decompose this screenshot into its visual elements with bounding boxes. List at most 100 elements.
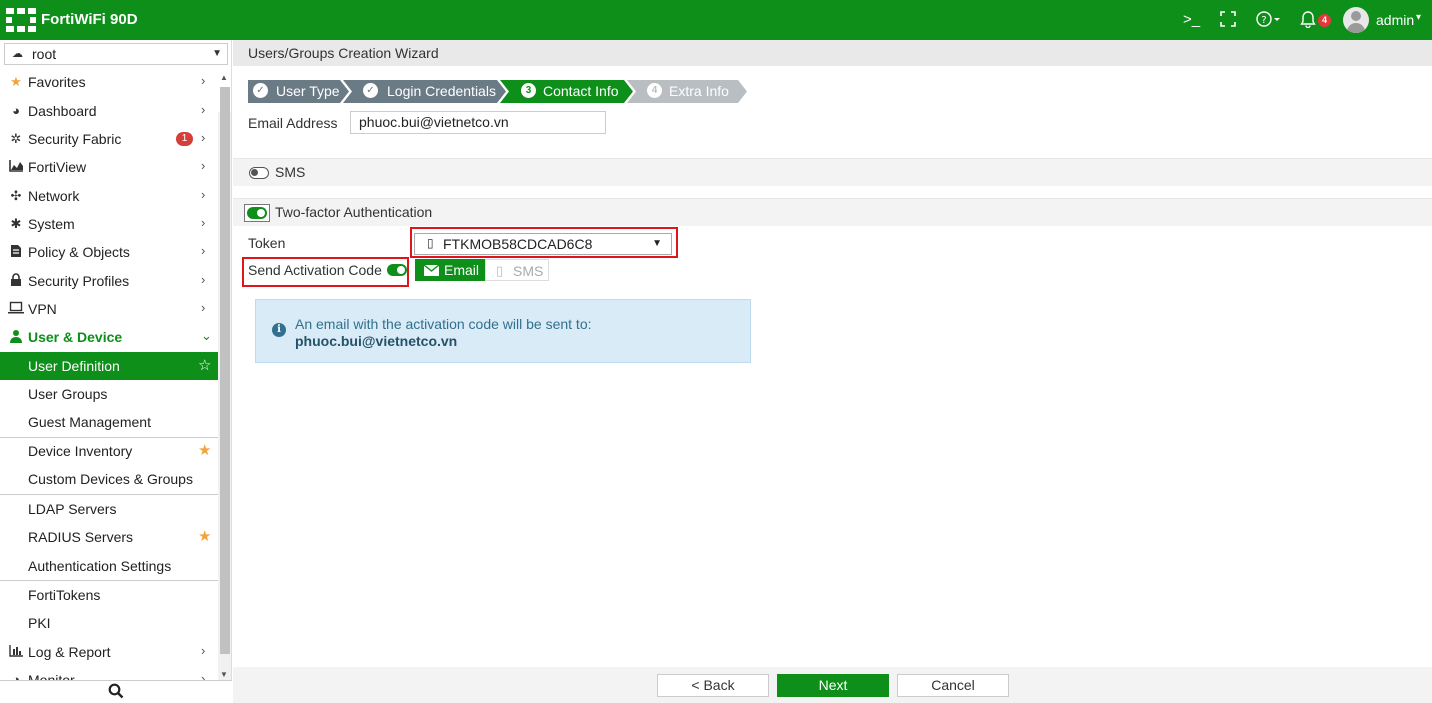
nav-user-groups[interactable]: User Groups	[0, 380, 218, 408]
scroll-down-arrow-icon[interactable]: ▼	[220, 670, 228, 679]
sms-toggle[interactable]	[249, 167, 269, 179]
nav-label: RADIUS Servers	[28, 529, 134, 545]
nav-security-profiles[interactable]: Security Profiles ›	[0, 267, 218, 295]
cli-console-icon[interactable]: >_	[1183, 11, 1200, 29]
menu-search-bar[interactable]	[0, 680, 232, 703]
mobile-phone-icon: ▯	[496, 263, 504, 278]
nav-label: User Definition	[28, 358, 120, 374]
sms-section: SMS	[233, 158, 1432, 186]
nav-favorites[interactable]: ★ Favorites ›	[0, 68, 218, 96]
nav-label: Network	[28, 188, 80, 204]
fullscreen-icon[interactable]	[1220, 11, 1236, 32]
nav-guest-management[interactable]: Guest Management	[0, 408, 218, 436]
info-icon: i	[272, 323, 286, 337]
step-label: Extra Info	[669, 83, 729, 99]
nav-label: User Groups	[28, 386, 108, 402]
nav-label: User & Device	[28, 329, 123, 345]
chevron-right-icon: ›	[201, 215, 206, 230]
main-content: Users/Groups Creation Wizard ✓ User Type…	[233, 40, 1432, 703]
nav-dashboard[interactable]: ◕ Dashboard ›	[0, 97, 218, 125]
star-outline-icon[interactable]: ☆	[198, 356, 211, 374]
back-button[interactable]: < Back	[657, 674, 769, 697]
check-icon: ✓	[363, 83, 378, 98]
chevron-right-icon: ›	[201, 187, 206, 202]
nav-label: Security Fabric	[28, 131, 122, 147]
nav-security-fabric[interactable]: ✲ Security Fabric 1 ›	[0, 125, 218, 153]
nav-ldap-servers[interactable]: LDAP Servers	[0, 495, 218, 523]
chart-icon	[8, 159, 24, 175]
nav-user-device[interactable]: User & Device ⌄	[0, 323, 218, 351]
nav-label: Policy & Objects	[28, 244, 130, 260]
scrollbar-thumb[interactable]	[220, 87, 230, 654]
step-number-icon: 3	[521, 83, 536, 98]
two-factor-toggle[interactable]	[247, 207, 267, 219]
top-bar: FortiWiFi 90D >_ ? 4 admin ▾	[0, 0, 1432, 40]
nav-user-definition[interactable]: User Definition ☆	[0, 352, 218, 380]
star-icon[interactable]: ★	[198, 441, 211, 459]
nav-pki[interactable]: PKI	[0, 609, 218, 637]
caret-down-icon: ▼	[212, 48, 222, 59]
chevron-right-icon: ›	[201, 671, 206, 680]
nav-label: Authentication Settings	[28, 558, 172, 574]
dashboard-icon: ◕	[12, 103, 20, 118]
nav-label: Security Profiles	[28, 273, 130, 289]
nav-label: FortiTokens	[28, 587, 101, 603]
send-via-sms-button[interactable]: ▯ SMS	[485, 259, 549, 281]
check-icon: ✓	[253, 83, 268, 98]
nav-network[interactable]: ✣ Network ›	[0, 182, 218, 210]
help-icon[interactable]: ?	[1256, 11, 1282, 32]
email-address-field[interactable]: phuoc.bui@vietnetco.vn	[350, 111, 606, 134]
search-icon[interactable]	[108, 683, 124, 703]
two-factor-label: Two-factor Authentication	[275, 204, 433, 220]
email-address-label: Email Address	[248, 115, 338, 131]
scroll-up-arrow-icon[interactable]: ▲	[220, 73, 228, 82]
cancel-button[interactable]: Cancel	[897, 674, 1009, 697]
nav-system[interactable]: ✱ System ›	[0, 210, 218, 238]
notification-count-badge: 4	[1318, 14, 1331, 27]
mobile-phone-icon: ▯	[427, 236, 434, 250]
chevron-right-icon: ›	[201, 272, 206, 287]
nav-fortitokens[interactable]: FortiTokens	[0, 581, 218, 609]
send-via-email-button[interactable]: Email	[415, 259, 485, 281]
chevron-right-icon: ›	[201, 643, 206, 658]
nav-custom-devices-groups[interactable]: Custom Devices & Groups	[0, 465, 218, 493]
vdom-selector[interactable]: ☁ root ▼	[4, 43, 228, 65]
bar-chart-icon	[8, 644, 24, 660]
user-menu-label[interactable]: admin	[1376, 12, 1414, 28]
nav-label: FortiView	[28, 159, 87, 175]
vdom-label: root	[32, 46, 57, 62]
two-factor-section: Two-factor Authentication	[233, 198, 1432, 226]
chevron-right-icon: ›	[201, 130, 206, 145]
nav-vpn[interactable]: VPN ›	[0, 295, 218, 323]
sms-label: SMS	[275, 164, 306, 180]
nav-label: Device Inventory	[28, 443, 133, 459]
app-title: FortiWiFi 90D	[41, 11, 138, 28]
bell-icon[interactable]	[1300, 11, 1316, 33]
nav-monitor[interactable]: ◕ Monitor ›	[0, 666, 218, 680]
next-button[interactable]: Next	[777, 674, 889, 697]
gear-icon: ✱	[10, 216, 22, 231]
send-activation-toggle[interactable]	[387, 264, 407, 276]
step-number-icon: 4	[647, 83, 662, 98]
token-dropdown[interactable]: ▯ FTKMOB58CDCAD6C8 ▼	[414, 233, 672, 255]
token-value: FTKMOB58CDCAD6C8	[443, 236, 593, 252]
star-icon[interactable]: ★	[198, 527, 211, 545]
nav-policy-objects[interactable]: Policy & Objects ›	[0, 238, 218, 266]
nav-device-inventory[interactable]: Device Inventory ★	[0, 437, 218, 465]
svg-text:?: ?	[1261, 15, 1266, 26]
send-via-email-label: Email	[444, 262, 480, 278]
caret-down-icon[interactable]: ▾	[1416, 12, 1421, 23]
nav-authentication-settings[interactable]: Authentication Settings	[0, 552, 218, 580]
nav-log-report[interactable]: Log & Report ›	[0, 638, 218, 666]
user-avatar[interactable]	[1343, 7, 1369, 33]
chevron-right-icon: ›	[201, 300, 206, 315]
network-icon: ✣	[10, 188, 22, 203]
laptop-icon	[8, 301, 24, 317]
chevron-right-icon: ›	[201, 158, 206, 173]
nav-label: VPN	[28, 301, 57, 317]
nav-fortiview[interactable]: FortiView ›	[0, 153, 218, 181]
envelope-icon	[423, 259, 440, 283]
policy-icon	[8, 244, 24, 260]
alert-badge: 1	[176, 132, 193, 146]
nav-radius-servers[interactable]: RADIUS Servers ★	[0, 523, 218, 551]
